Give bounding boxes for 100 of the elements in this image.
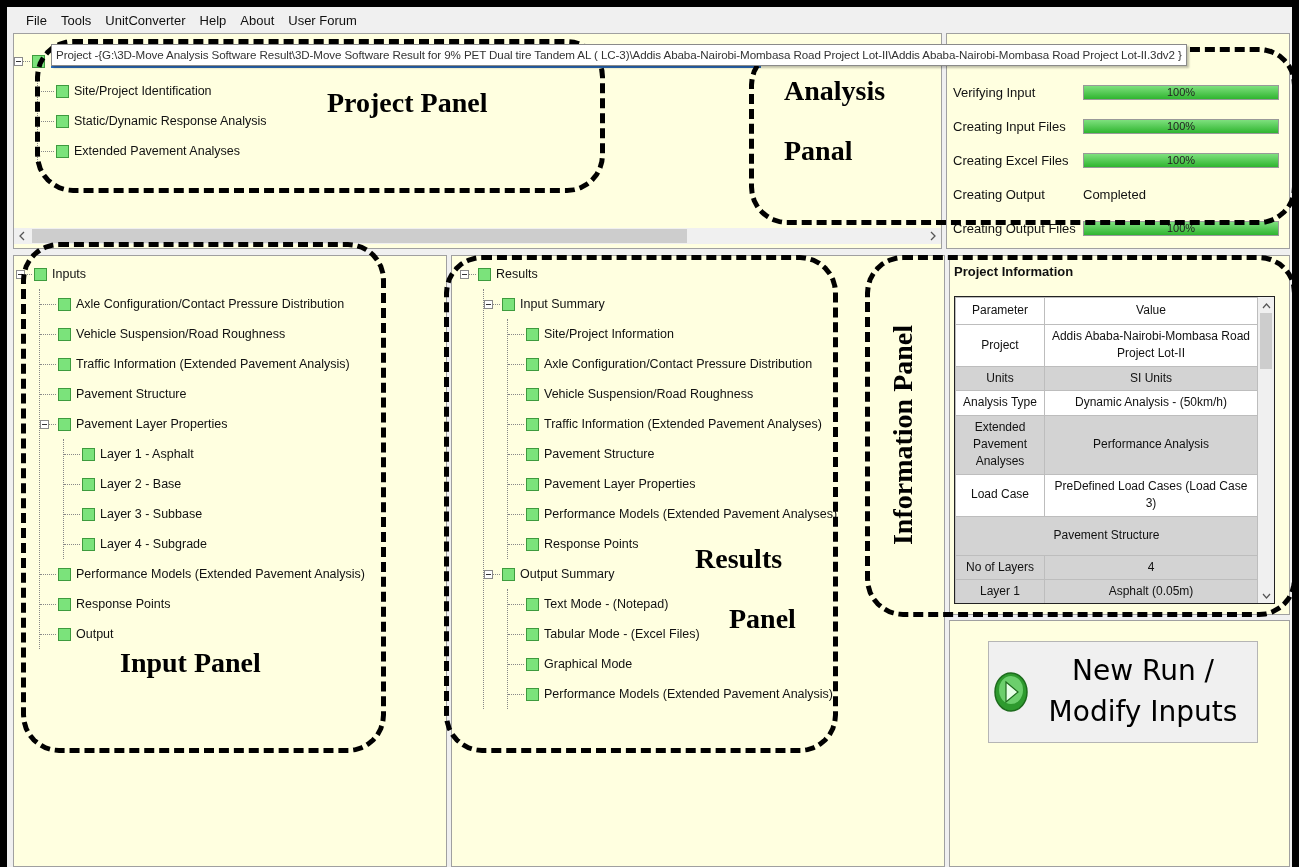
tree-item[interactable]: Static/Dynamic Response Analysis xyxy=(74,114,267,128)
tree-item[interactable]: Site/Project Identification xyxy=(74,84,212,98)
node-icon[interactable] xyxy=(526,657,539,671)
tree-item[interactable]: Axle Configuration/Contact Pressure Distribution xyxy=(544,357,813,371)
tree-item[interactable]: Tabular Mode - (Excel Files) xyxy=(544,627,700,641)
node-icon[interactable] xyxy=(526,447,539,461)
tree-item[interactable]: Traffic Information (Extended Pavement Analysis) xyxy=(76,357,350,371)
node-icon[interactable] xyxy=(56,114,69,128)
table-cell: Layer 1 xyxy=(955,579,1045,603)
tree-item[interactable]: Traffic Information (Extended Pavement Analyses) xyxy=(544,417,822,431)
vertical-scrollbar[interactable] xyxy=(1258,297,1274,603)
node-icon[interactable] xyxy=(502,567,515,581)
node-icon[interactable] xyxy=(478,267,491,281)
collapse-icon[interactable] xyxy=(40,419,49,429)
tree-item[interactable]: Vehicle Suspension/Road Roughness xyxy=(544,387,754,401)
tree-item[interactable]: Pavement Layer Properties xyxy=(76,417,228,431)
tree-item[interactable]: Extended Pavement Analyses xyxy=(74,144,241,158)
node-icon[interactable] xyxy=(34,267,47,281)
collapse-icon[interactable] xyxy=(14,56,23,66)
node-icon[interactable] xyxy=(82,447,95,461)
node-icon[interactable] xyxy=(526,477,539,491)
scroll-thumb[interactable] xyxy=(1260,313,1272,369)
node-icon[interactable] xyxy=(526,327,539,341)
tree-item[interactable]: Layer 4 - Subgrade xyxy=(100,537,207,551)
tree-item[interactable]: Layer 3 - Subbase xyxy=(100,507,203,521)
progress-reading: 100% xyxy=(1165,119,1197,133)
tree-item[interactable]: Graphical Mode xyxy=(544,657,633,671)
path-tooltip: Project -{G:\3D-Move Analysis Software Result\3D-Move Software Result for 9% PET Dual tire Tandem AL ( LC-3)\Addis Ababa-Nairobi-Mombasa Road Project Lot-II\Addis Ababa-Nairobi-Mombasa Road Project Lot-II.3dv2 } xyxy=(51,44,1187,66)
column-header: Parameter xyxy=(955,297,1045,325)
tree-item[interactable]: Axle Configuration/Contact Pressure Distribution xyxy=(76,297,345,311)
step-label: Creating Output xyxy=(953,186,1046,202)
menu-item[interactable]: Tools xyxy=(60,12,92,28)
menu-item[interactable]: File xyxy=(26,12,47,28)
menu-item[interactable]: Help xyxy=(199,12,227,28)
scroll-left-icon[interactable] xyxy=(18,231,26,241)
step-label: Creating Excel Files xyxy=(953,152,1070,168)
tree-item[interactable]: Output Summary xyxy=(520,567,615,581)
step-label: Creating Input Files xyxy=(953,118,1067,134)
callout-label: Input Panel xyxy=(120,647,261,679)
node-icon[interactable] xyxy=(56,84,69,98)
tree-item[interactable]: Response Points xyxy=(76,597,171,611)
node-icon[interactable] xyxy=(82,477,95,491)
tree-item[interactable]: Performance Models (Extended Pavement Analysis) xyxy=(76,567,366,581)
node-icon[interactable] xyxy=(58,387,71,401)
node-icon[interactable] xyxy=(58,327,71,341)
tree-item[interactable]: Layer 1 - Asphalt xyxy=(100,447,194,461)
new-run-button[interactable]: New Run / Modify Inputs xyxy=(988,641,1258,743)
tree-item[interactable]: Input Summary xyxy=(520,297,605,311)
menu-item[interactable]: User Forum xyxy=(288,12,357,28)
node-icon[interactable] xyxy=(58,627,71,641)
node-icon[interactable] xyxy=(502,297,515,311)
table-cell: Load Case xyxy=(955,474,1045,516)
node-icon[interactable] xyxy=(526,687,539,701)
table-cell: No of Layers xyxy=(955,555,1045,580)
tree-item[interactable]: Output xyxy=(76,627,114,641)
scroll-right-icon[interactable] xyxy=(929,231,937,241)
scroll-thumb[interactable] xyxy=(32,229,687,243)
node-icon[interactable] xyxy=(82,507,95,521)
tree-item[interactable]: Vehicle Suspension/Road Roughness xyxy=(76,327,286,341)
column-header: Value xyxy=(1044,297,1258,325)
node-icon[interactable] xyxy=(58,357,71,371)
scroll-down-icon[interactable] xyxy=(1261,593,1271,599)
node-icon[interactable] xyxy=(58,597,71,611)
tree-item[interactable]: Text Mode - (Notepad) xyxy=(544,597,669,611)
tree-item[interactable]: Pavement Structure xyxy=(544,447,655,461)
node-icon[interactable] xyxy=(526,597,539,611)
tree-item[interactable]: Results xyxy=(496,267,538,281)
progress-reading: 100% xyxy=(1165,153,1197,167)
tree-item[interactable]: Pavement Layer Properties xyxy=(544,477,696,491)
callout-label: Panal xyxy=(784,135,853,167)
node-icon[interactable] xyxy=(58,417,71,431)
node-icon[interactable] xyxy=(58,297,71,311)
table-cell: Extended Pavement Analyses xyxy=(955,415,1045,475)
tree-item[interactable]: Layer 2 - Base xyxy=(100,477,182,491)
menu-item[interactable]: About xyxy=(240,12,275,28)
node-icon[interactable] xyxy=(526,417,539,431)
tree-item[interactable]: Site/Project Information xyxy=(544,327,674,341)
collapse-icon[interactable] xyxy=(484,299,493,309)
callout-label: Panel xyxy=(729,603,796,635)
collapse-icon[interactable] xyxy=(484,569,493,579)
tree-item[interactable]: Pavement Structure xyxy=(76,387,187,401)
scroll-up-icon[interactable] xyxy=(1261,303,1271,309)
node-icon[interactable] xyxy=(58,567,71,581)
table-cell: 4 xyxy=(1044,555,1258,580)
tree-item[interactable]: Response Points xyxy=(544,537,639,551)
panel-title: Project Information xyxy=(954,264,1075,281)
node-icon[interactable] xyxy=(56,144,69,158)
horizontal-scrollbar[interactable] xyxy=(14,228,941,244)
node-icon[interactable] xyxy=(526,507,539,521)
node-icon[interactable] xyxy=(526,357,539,371)
node-icon[interactable] xyxy=(526,387,539,401)
tree-item[interactable]: Inputs xyxy=(52,267,87,281)
node-icon[interactable] xyxy=(526,627,539,641)
collapse-icon[interactable] xyxy=(16,269,25,279)
menu-item[interactable]: UnitConverter xyxy=(105,12,186,28)
tree-item[interactable]: Performance Models (Extended Pavement Analysis) xyxy=(544,687,834,701)
node-icon[interactable] xyxy=(82,537,95,551)
table-cell: SI Units xyxy=(1044,366,1258,391)
collapse-icon[interactable] xyxy=(460,269,469,279)
node-icon[interactable] xyxy=(526,537,539,551)
